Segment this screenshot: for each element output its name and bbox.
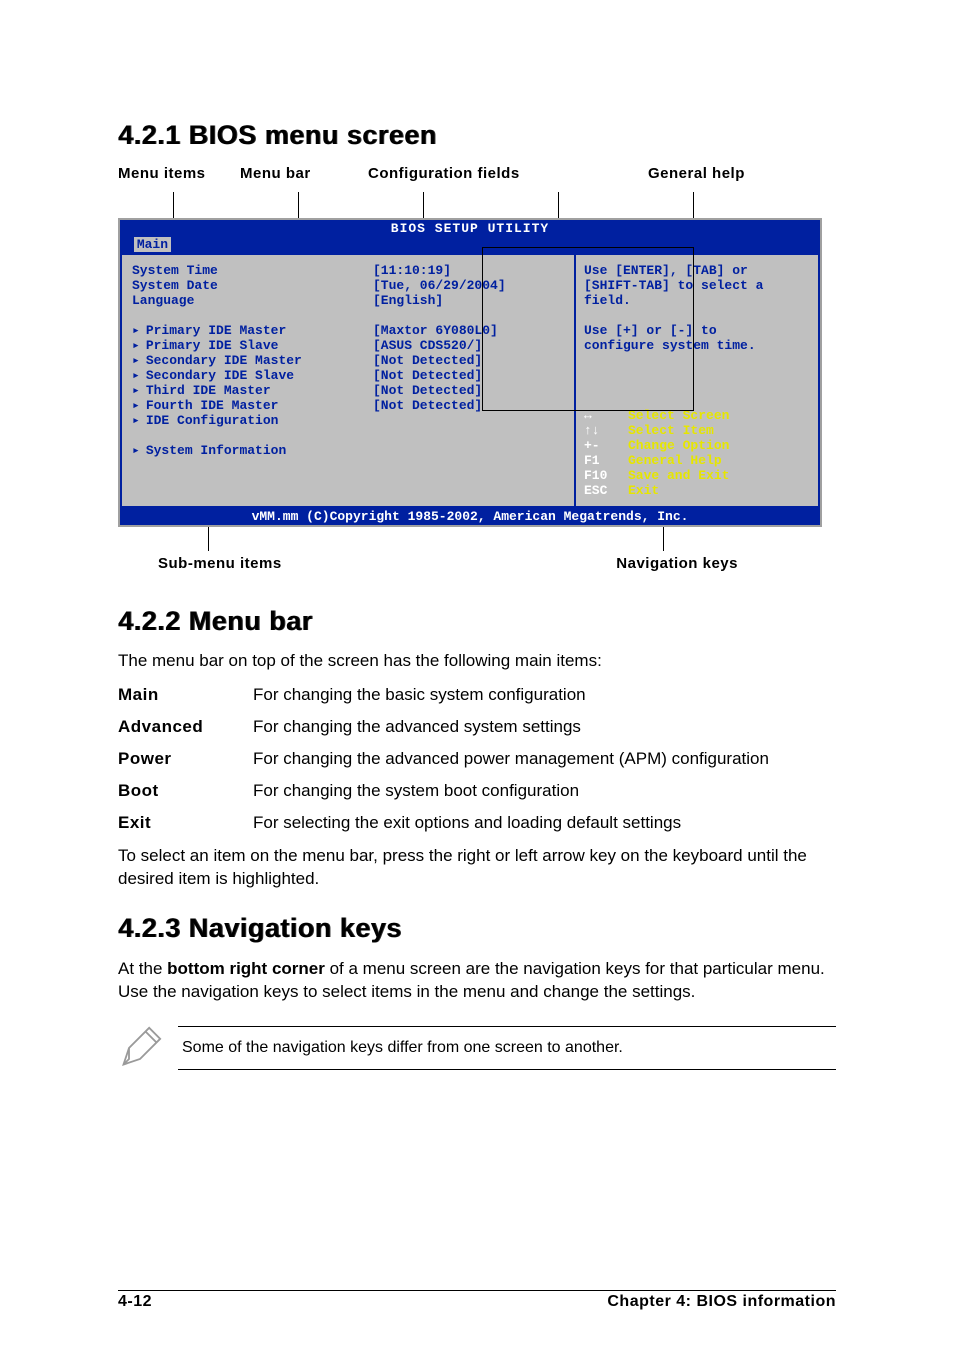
item-primary-ide-slave[interactable]: Primary IDE Slave xyxy=(132,338,357,353)
value-primary-ide-master: [Maxtor 6Y080L0] xyxy=(373,323,568,338)
heading-422: 4.2.2 Menu bar xyxy=(118,606,836,637)
callout-submenu-items: Sub-menu items xyxy=(158,555,282,572)
item-system-date[interactable]: System Date xyxy=(132,278,357,293)
nav-text-a: At the xyxy=(118,959,167,978)
item-secondary-ide-slave[interactable]: Secondary IDE Slave xyxy=(132,368,357,383)
value-system-date[interactable]: [Tue, 06/29/2004] xyxy=(373,278,568,293)
menu-bar-intro: The menu bar on top of the screen has th… xyxy=(118,651,836,671)
bios-tabbar: Main xyxy=(120,237,820,253)
value-language[interactable]: [English] xyxy=(373,293,568,308)
dl-desc: For selecting the exit options and loadi… xyxy=(253,813,836,833)
note-block: Some of the navigation keys differ from … xyxy=(118,1026,836,1070)
nav-keys-text: At the bottom right corner of a menu scr… xyxy=(118,958,836,1004)
dl-term: Advanced xyxy=(118,717,253,737)
nav-label: Select Item xyxy=(628,423,714,438)
nav-label: General Help xyxy=(628,453,722,468)
dl-term: Boot xyxy=(118,781,253,801)
nav-label: Select Screen xyxy=(628,408,729,423)
value-system-time[interactable]: [11:10:19] xyxy=(373,263,568,278)
item-secondary-ide-master[interactable]: Secondary IDE Master xyxy=(132,353,357,368)
item-system-information[interactable]: System Information xyxy=(132,443,357,458)
nav-key: ESC xyxy=(584,483,628,498)
value-third-ide-master: [Not Detected] xyxy=(373,383,568,398)
nav-key: ↔ xyxy=(584,408,628,423)
note-text: Some of the navigation keys differ from … xyxy=(178,1026,836,1070)
bios-copyright: vMM.mm (C)Copyright 1985-2002, American … xyxy=(120,508,820,525)
callout-general-help: General help xyxy=(648,165,745,182)
bios-config-values: [11:10:19] [Tue, 06/29/2004] [English] [… xyxy=(363,253,574,508)
bios-general-help: Use [ENTER], [TAB] or [SHIFT-TAB] to sel… xyxy=(584,263,810,353)
callout-menu-items: Menu items xyxy=(118,165,240,182)
item-primary-ide-master[interactable]: Primary IDE Master xyxy=(132,323,357,338)
callouts-top: Menu items Menu bar Configuration fields… xyxy=(118,165,836,182)
nav-key: F1 xyxy=(584,453,628,468)
help-line: field. xyxy=(584,293,810,308)
chapter-label: Chapter 4: BIOS information xyxy=(607,1293,836,1311)
menu-bar-text: To select an item on the menu bar, press… xyxy=(118,845,836,891)
value-fourth-ide-master: [Not Detected] xyxy=(373,398,568,413)
nav-label: Save and Exit xyxy=(628,468,729,483)
item-fourth-ide-master[interactable]: Fourth IDE Master xyxy=(132,398,357,413)
nav-key: ↑↓ xyxy=(584,423,628,438)
menu-bar-list: MainFor changing the basic system config… xyxy=(118,685,836,833)
nav-key: +- xyxy=(584,438,628,453)
page-footer: 4-12 Chapter 4: BIOS information xyxy=(118,1290,836,1311)
dl-desc: For changing the advanced system setting… xyxy=(253,717,836,737)
heading-421: 4.2.1 BIOS menu screen xyxy=(118,120,836,151)
bios-nav-keys: ↔Select Screen ↑↓Select Item +-Change Op… xyxy=(584,408,810,498)
pencil-icon xyxy=(118,1026,162,1070)
help-line: configure system time. xyxy=(584,338,810,353)
item-language[interactable]: Language xyxy=(132,293,357,308)
dl-term: Main xyxy=(118,685,253,705)
bios-title: BIOS SETUP UTILITY xyxy=(120,220,820,237)
bios-screen: BIOS SETUP UTILITY Main System Time Syst… xyxy=(118,218,822,527)
dl-term: Exit xyxy=(118,813,253,833)
nav-label: Change Option xyxy=(628,438,729,453)
dl-desc: For changing the advanced power manageme… xyxy=(253,749,836,769)
nav-key: F10 xyxy=(584,468,628,483)
heading-423: 4.2.3 Navigation keys xyxy=(118,913,836,944)
bios-tab-main[interactable]: Main xyxy=(134,237,171,252)
nav-text-bold: bottom right corner xyxy=(167,959,325,978)
help-line: [SHIFT-TAB] to select a xyxy=(584,278,810,293)
page-number: 4-12 xyxy=(118,1293,152,1311)
bios-figure: BIOS SETUP UTILITY Main System Time Syst… xyxy=(118,190,836,572)
dl-desc: For changing the basic system configurat… xyxy=(253,685,836,705)
callout-nav-keys: Navigation keys xyxy=(616,555,738,572)
item-ide-config[interactable]: IDE Configuration xyxy=(132,413,357,428)
help-line: Use [+] or [-] to xyxy=(584,323,810,338)
dl-term: Power xyxy=(118,749,253,769)
nav-label: Exit xyxy=(628,483,659,498)
callout-menu-bar: Menu bar xyxy=(240,165,368,182)
help-line: Use [ENTER], [TAB] or xyxy=(584,263,810,278)
item-system-time[interactable]: System Time xyxy=(132,263,357,278)
item-third-ide-master[interactable]: Third IDE Master xyxy=(132,383,357,398)
value-primary-ide-slave: [ASUS CDS520/] xyxy=(373,338,568,353)
value-secondary-ide-slave: [Not Detected] xyxy=(373,368,568,383)
bios-menu-items: System Time System Date Language Primary… xyxy=(120,253,363,508)
value-secondary-ide-master: [Not Detected] xyxy=(373,353,568,368)
callout-config-fields: Configuration fields xyxy=(368,165,648,182)
dl-desc: For changing the system boot configurati… xyxy=(253,781,836,801)
